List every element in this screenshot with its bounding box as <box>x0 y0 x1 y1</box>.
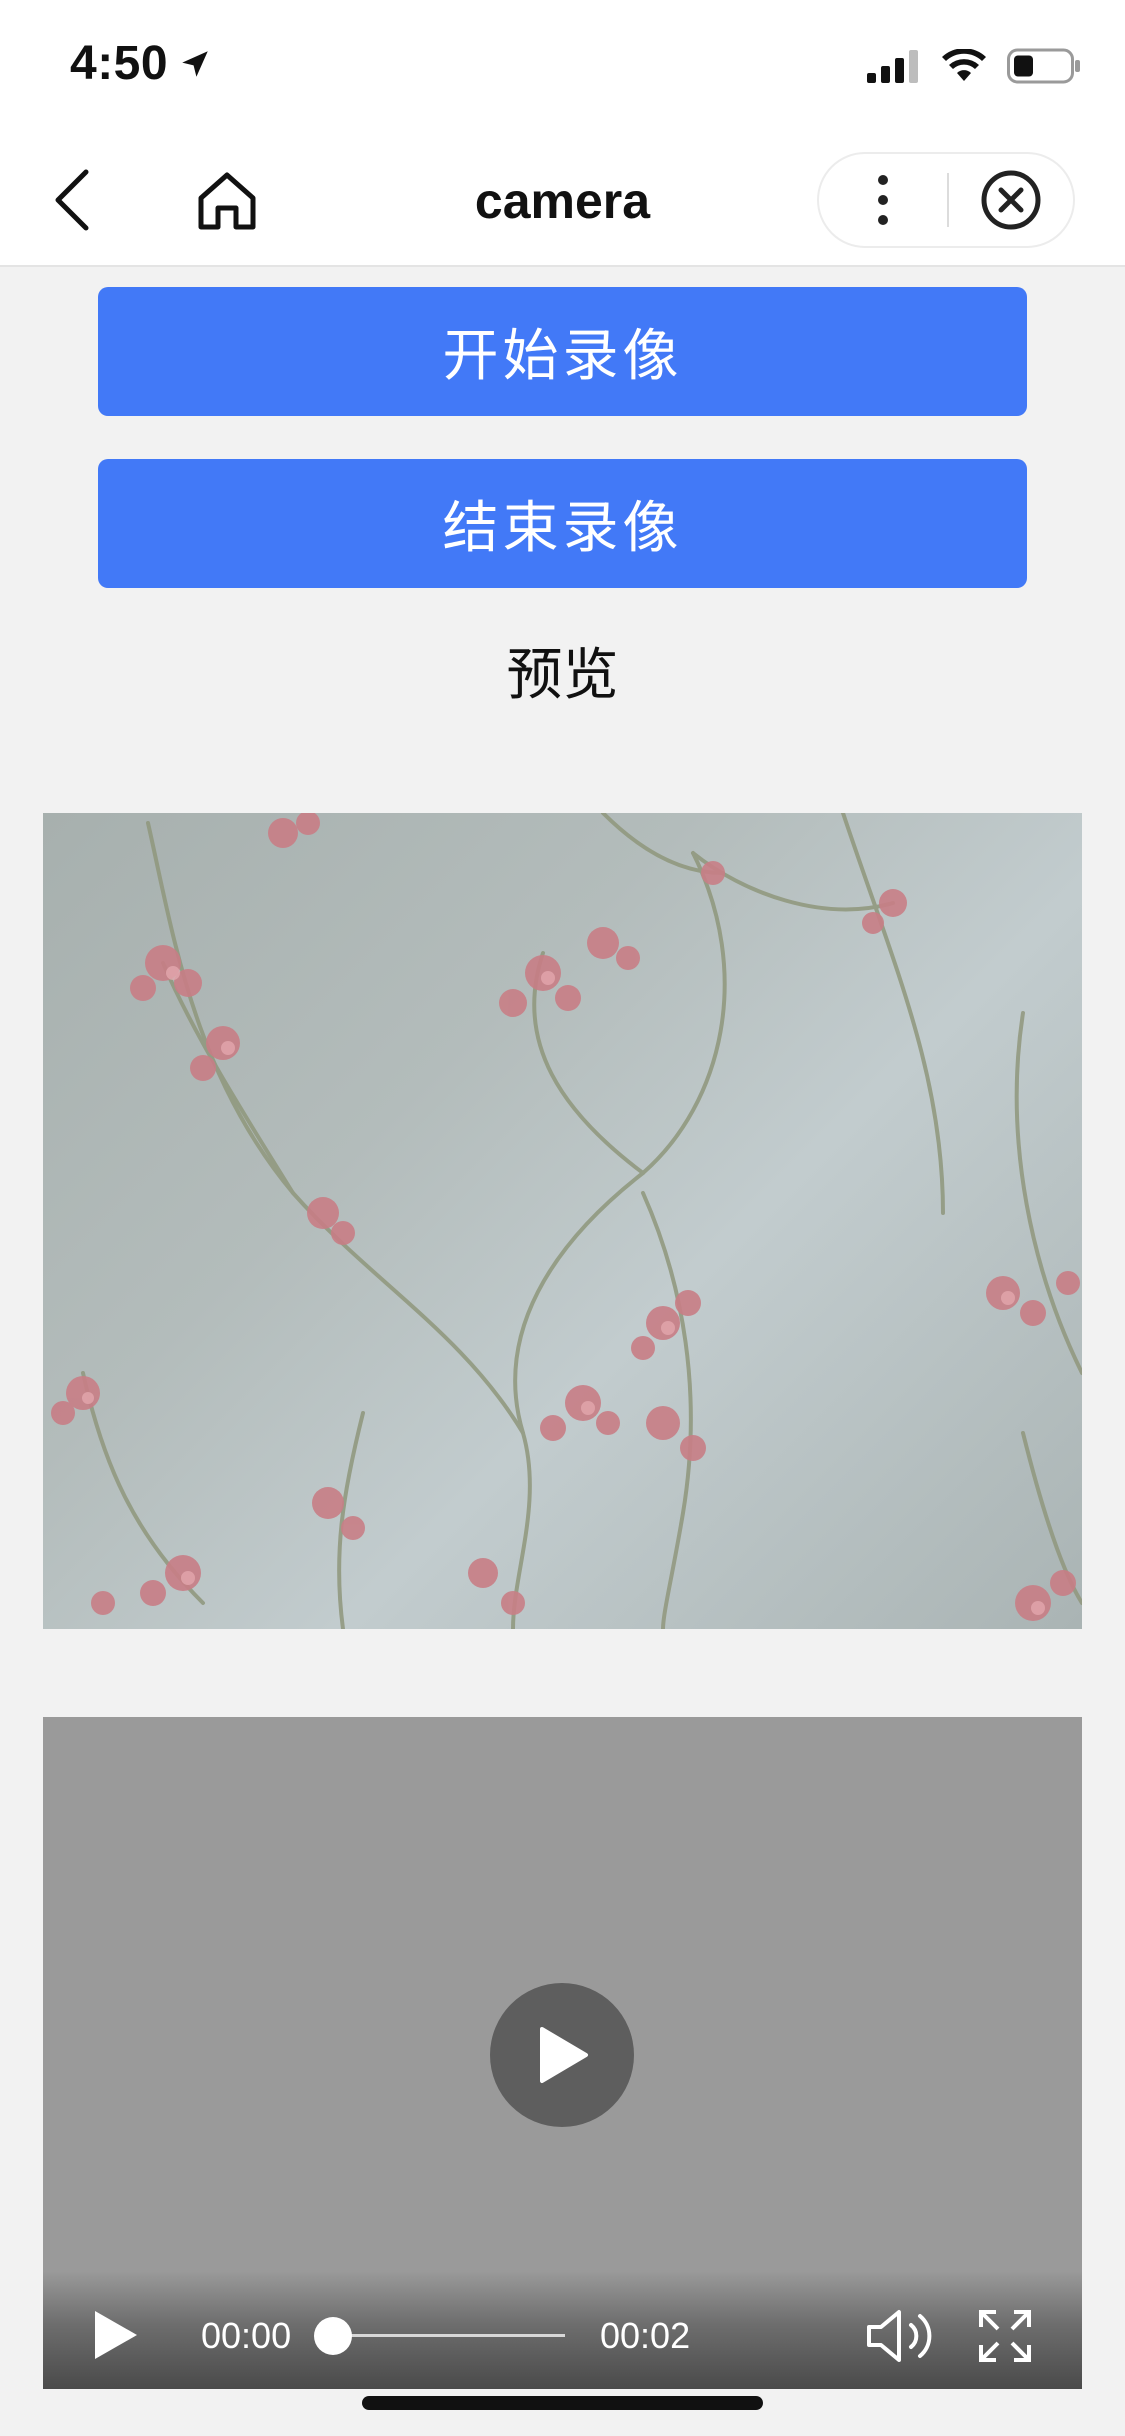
close-circle-icon <box>981 170 1041 230</box>
stop-recording-button[interactable]: 结束录像 <box>98 459 1027 588</box>
volume-button[interactable] <box>865 2307 935 2365</box>
more-button[interactable] <box>819 154 947 246</box>
video-player[interactable]: 00:00 00:02 <box>43 1717 1082 2389</box>
battery-icon <box>1007 48 1080 84</box>
wifi-icon <box>942 49 986 81</box>
close-button[interactable] <box>949 154 1073 246</box>
navigation-bar: camera <box>0 140 1125 267</box>
location-arrow-icon <box>182 50 208 77</box>
floral-wallpaper-image <box>51 813 1082 1629</box>
status-time-text: 4:50 <box>70 37 169 90</box>
current-time: 00:00 <box>201 2315 292 2356</box>
status-bar: 4:50 <box>0 0 1125 140</box>
play-icon <box>540 2027 588 2083</box>
play-pause-button[interactable] <box>91 2307 141 2363</box>
progress-track[interactable] <box>333 2334 565 2337</box>
fullscreen-button[interactable] <box>978 2309 1032 2363</box>
capsule-menu <box>817 152 1075 248</box>
center-play-button[interactable] <box>490 1983 634 2127</box>
preview-label: 预览 <box>506 643 619 706</box>
video-controls: 00:00 00:02 <box>43 2271 1082 2389</box>
cellular-signal-icon <box>867 50 918 83</box>
progress-knob[interactable] <box>314 2317 352 2355</box>
status-time: 4:50 <box>70 36 212 91</box>
start-recording-button[interactable]: 开始录像 <box>98 287 1027 416</box>
total-time: 00:02 <box>600 2315 691 2356</box>
status-indicators <box>867 48 1081 84</box>
home-indicator <box>362 2396 763 2410</box>
camera-preview[interactable] <box>43 813 1082 1629</box>
more-vertical-icon <box>878 175 888 225</box>
